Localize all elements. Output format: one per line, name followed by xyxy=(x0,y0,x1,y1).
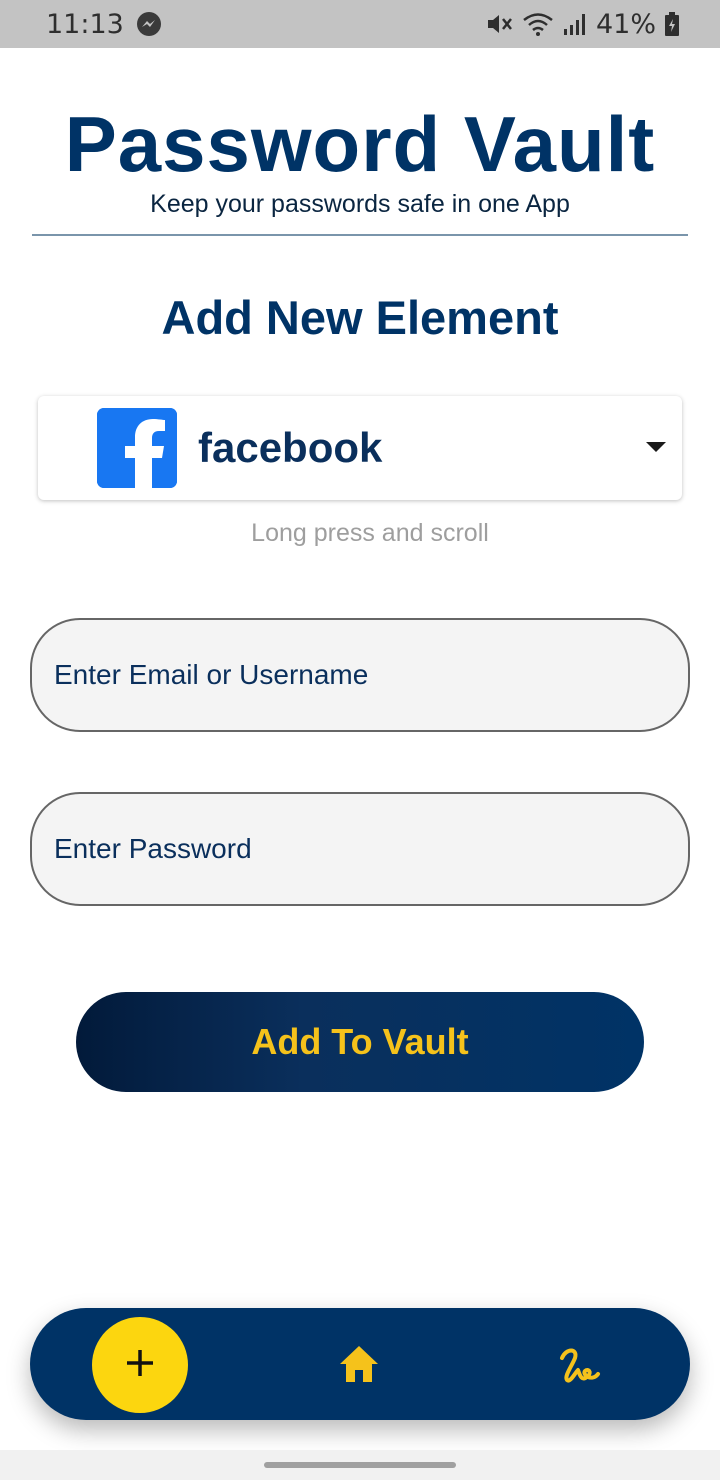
email-input[interactable] xyxy=(54,659,666,691)
status-bar: 11:13 41% xyxy=(0,0,720,48)
header-divider xyxy=(32,234,688,236)
app-subtitle: Keep your passwords safe in one App xyxy=(150,190,570,218)
system-navigation-bar xyxy=(0,1450,720,1480)
home-icon xyxy=(338,1346,380,1388)
facebook-logo-icon xyxy=(97,408,177,488)
plus-icon xyxy=(124,1347,156,1384)
selected-platform: facebook xyxy=(198,424,383,471)
status-time: 11:13 xyxy=(46,8,124,40)
home-indicator[interactable] xyxy=(264,1462,456,1468)
email-field[interactable] xyxy=(30,618,690,732)
section-title: Add New Element xyxy=(161,291,559,344)
password-field[interactable] xyxy=(30,792,690,906)
signature-icon xyxy=(558,1348,602,1390)
battery-icon xyxy=(664,11,680,37)
dropdown-hint: Long press and scroll xyxy=(251,519,489,547)
dropdown-arrow-icon[interactable] xyxy=(646,442,666,452)
bottom-nav xyxy=(30,1308,690,1420)
battery-percentage: 41% xyxy=(595,8,656,40)
messenger-icon xyxy=(136,11,162,37)
nav-signature-button[interactable] xyxy=(558,1346,602,1386)
app-title: Password Vault xyxy=(64,100,656,188)
mute-icon xyxy=(486,11,514,37)
platform-dropdown[interactable]: facebook xyxy=(38,396,682,500)
wifi-icon xyxy=(522,11,554,37)
password-input[interactable] xyxy=(54,833,666,865)
signal-icon xyxy=(562,11,588,37)
add-to-vault-button[interactable]: Add To Vault xyxy=(76,992,644,1092)
nav-add-button[interactable] xyxy=(92,1317,188,1413)
nav-home-button[interactable] xyxy=(338,1344,380,1384)
